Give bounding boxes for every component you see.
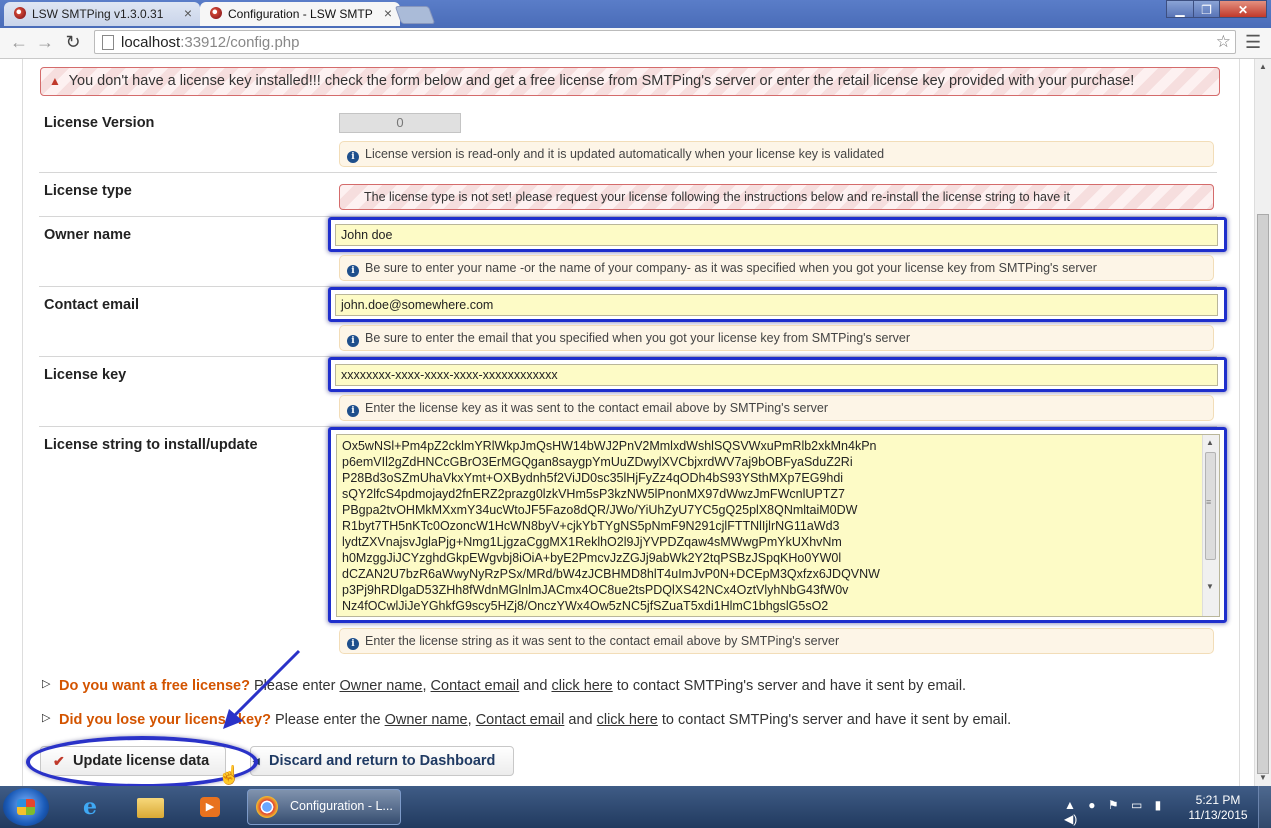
contact-email-link[interactable]: Contact email [476,712,565,728]
menu-icon[interactable]: ☰ [1245,32,1261,53]
smtping-favicon-icon [14,7,26,19]
textarea-scrollbar[interactable]: ▲ ≡ ▼ [1202,435,1219,616]
tray-app-icon[interactable]: ● [1088,798,1095,812]
info-icon: i [347,405,359,417]
license-key-input[interactable]: xxxxxxxx-xxxx-xxxx-xxxx-xxxxxxxxxxxx [335,364,1218,386]
license-key-label: License key [44,367,127,383]
expand-triangle-icon[interactable]: ▷ [42,711,59,724]
media-player-icon[interactable]: ▶ [188,790,232,824]
windows-start-icon[interactable] [3,788,49,826]
forward-icon[interactable]: → [34,31,56,53]
scroll-up-icon[interactable]: ▲ [1206,438,1214,447]
info-icon: i [347,265,359,277]
license-type-alert: The license type is not set! please requ… [339,184,1214,210]
contact-email-help: i Be sure to enter the email that you spe… [339,325,1214,351]
windows-taskbar: e ▶ Configuration - L... ▲ ● ⚑ ▭ ▮ ◀) 5:… [0,786,1271,828]
alert-text: You don't have a license key installed!!… [68,73,1135,89]
back-icon[interactable]: ← [8,31,30,53]
chrome-icon [256,796,278,818]
license-string-value: Ox5wNSl+Pm4pZ2cklmYRlWkpJmQsHW14bWJ2PnV2… [342,439,880,613]
network-icon[interactable]: ▮ [1155,798,1162,812]
reload-icon[interactable]: ↻ [62,31,84,53]
tab-configuration[interactable]: Configuration - LSW SMTP × [200,2,400,26]
license-string-help: i Enter the license string as it was sent… [339,628,1214,654]
owner-name-label: Owner name [44,227,132,243]
click-here-link[interactable]: click here [551,678,612,694]
clock[interactable]: 5:21 PM 11/13/2015 [1188,793,1248,823]
owner-name-link[interactable]: Owner name [339,678,422,694]
url-text: localhost:33912/config.php [121,34,300,51]
owner-name-link[interactable]: Owner name [385,712,468,728]
expand-triangle-icon[interactable]: ▷ [42,677,59,690]
scroll-grip-icon: ≡ [1206,497,1212,507]
monitor-icon[interactable]: ▭ [1131,798,1142,812]
window-close-button[interactable]: ✕ [1219,0,1267,18]
license-type-label: License type [44,183,132,199]
warning-icon: ▲ [49,74,61,88]
cursor-icon: ☝ [218,765,241,785]
flag-icon[interactable]: ⚑ [1108,798,1119,812]
browser-toolbar: ← → ↻ localhost:33912/config.php ☆ ☰ [0,28,1271,59]
address-bar[interactable]: localhost:33912/config.php ☆ [94,30,1236,54]
window-minimize-button[interactable]: ▁ [1166,0,1194,18]
ie-icon[interactable]: e [68,790,112,824]
browser-tab-strip: LSW SMTPing v1.3.0.31 × Configuration - … [0,0,1271,28]
page-scrollbar[interactable]: ▲ ▼ [1254,59,1271,786]
explorer-icon[interactable] [128,790,172,824]
scroll-down-icon[interactable]: ▼ [1206,582,1214,591]
lost-license-question: ▷ Did you lose your license key? Please e… [42,711,1012,728]
tab-close-icon[interactable]: × [384,5,392,21]
star-icon[interactable]: ☆ [1216,32,1231,52]
system-tray: ▲ ● ⚑ ▭ ▮ ◀) [1064,798,1194,826]
license-missing-alert: ▲ You don't have a license key installed… [40,67,1220,96]
free-license-question: ▷ Do you want a free license? Please ente… [42,677,967,694]
contact-email-input[interactable]: john.doe@somewhere.com [335,294,1218,316]
window-restore-button[interactable]: ❐ [1193,0,1220,18]
contact-email-label: Contact email [44,297,140,313]
tab-title: LSW SMTPing v1.3.0.31 [32,7,164,21]
info-icon: i [347,638,359,650]
page-scroll-thumb[interactable] [1257,214,1269,774]
scroll-down-icon[interactable]: ▼ [1259,773,1267,782]
license-version-help: i License version is read-only and it is … [339,141,1214,167]
scroll-up-icon[interactable]: ▲ [1259,62,1267,71]
chrome-taskbar-button[interactable]: Configuration - L... [247,789,401,825]
license-string-label: License string to install/update [44,437,258,453]
row-divider [39,172,1217,173]
volume-icon[interactable]: ◀) [1064,812,1077,826]
smtping-favicon-icon [210,7,222,19]
owner-name-input[interactable]: John doe [335,224,1218,246]
page-icon [102,35,114,50]
tab-close-icon[interactable]: × [184,5,192,21]
tray-expand-icon[interactable]: ▲ [1064,798,1076,812]
license-version-field: 0 [339,113,461,133]
annotation-arrow-icon [223,649,301,729]
page-viewport: ▲ You don't have a license key installed… [0,59,1254,786]
tab-title: Configuration - LSW SMTP [228,7,373,21]
license-version-label: License Version [44,115,155,131]
license-key-help: i Enter the license key as it was sent to… [339,395,1214,421]
info-icon: i [347,335,359,347]
discard-return-button[interactable]: ◂ Discard and return to Dashboard [250,746,514,776]
contact-email-link[interactable]: Contact email [431,678,520,694]
license-string-textarea[interactable]: Ox5wNSl+Pm4pZ2cklmYRlWkpJmQsHW14bWJ2PnV2… [336,434,1220,617]
show-desktop-button[interactable] [1258,786,1271,828]
new-tab-button[interactable] [394,6,436,24]
info-icon: i [347,151,359,163]
click-here-link[interactable]: click here [597,712,658,728]
owner-name-help: i Be sure to enter your name -or the name… [339,255,1214,281]
tab-smtping[interactable]: LSW SMTPing v1.3.0.31 × [4,2,200,26]
